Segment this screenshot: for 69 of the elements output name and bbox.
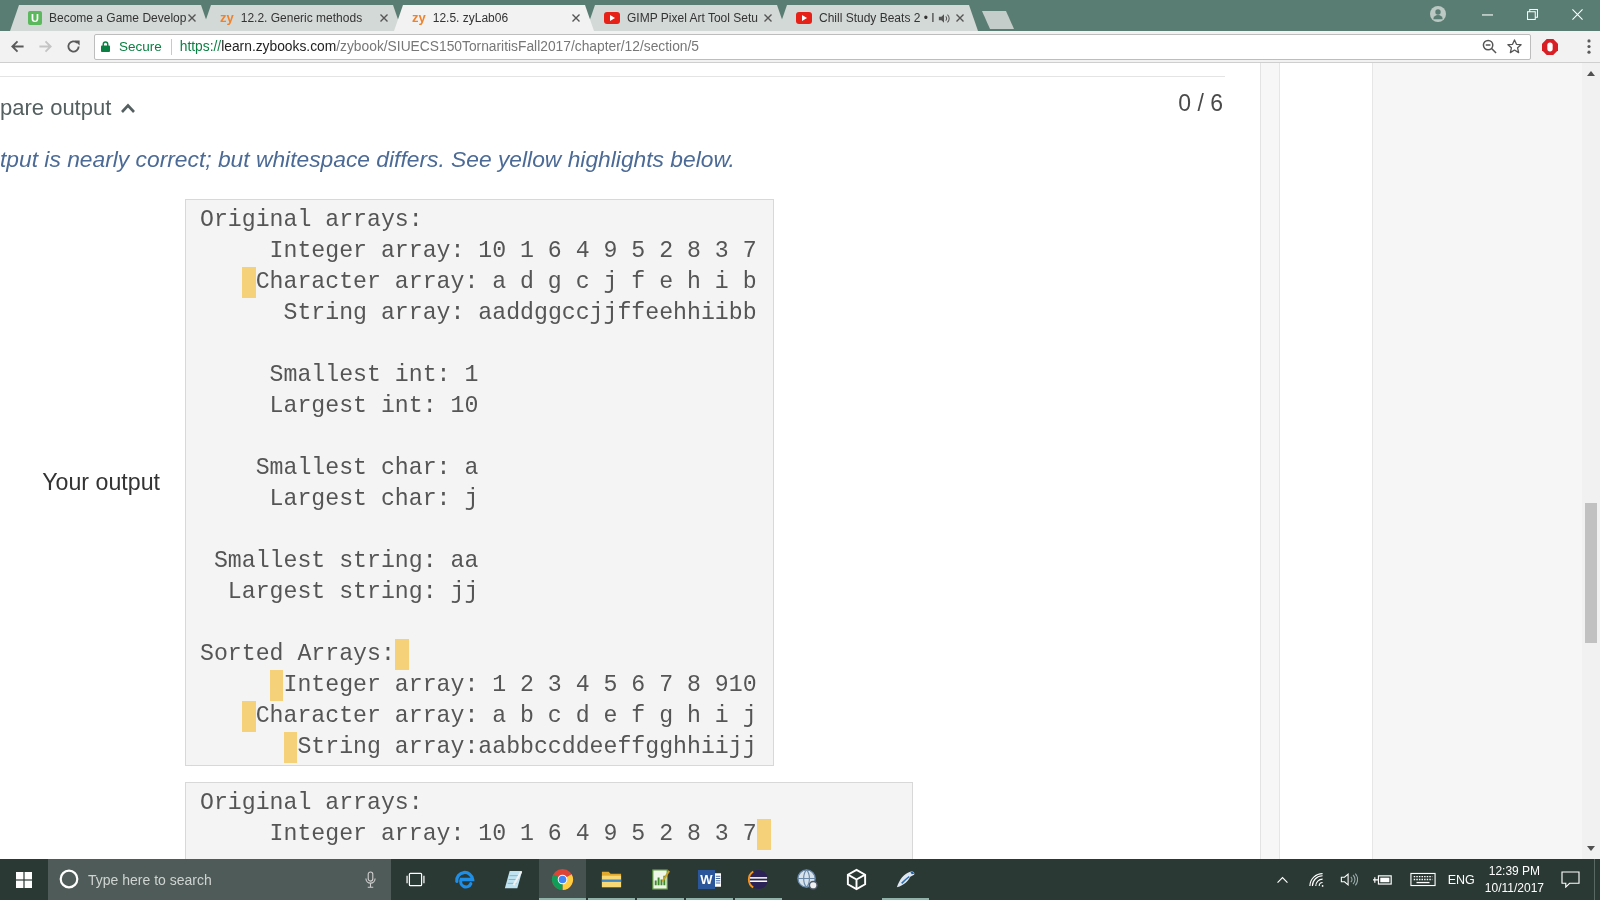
zoom-out-icon[interactable] bbox=[1482, 39, 1497, 54]
output-text: Integer array: 10 1 6 4 9 5 2 8 3 7 bbox=[269, 238, 757, 264]
chevron-up-icon[interactable] bbox=[1275, 875, 1289, 884]
profile-icon[interactable] bbox=[1430, 6, 1446, 22]
chart-document-icon bbox=[649, 868, 672, 891]
output-text: Character array: a d g c j f e h i b bbox=[255, 269, 757, 295]
site-logo: U bbox=[28, 11, 42, 25]
section-toggle[interactable]: pare output bbox=[0, 95, 137, 121]
output-text: Largest int: 10 bbox=[269, 393, 479, 419]
cube-icon bbox=[845, 868, 868, 891]
reload-icon bbox=[65, 39, 81, 54]
output-text: Character array: a b c d e f g h i j bbox=[255, 703, 757, 729]
url-text: https://learn.zybooks.com/zybook/SIUECS150TornaritisFall2017/chapter/12/section/5 bbox=[179, 39, 699, 54]
output-text: Integer array: 10 1 6 4 9 5 2 8 3 7 bbox=[269, 821, 757, 847]
taskbar-clock[interactable]: 12:39 PM 10/11/2017 bbox=[1484, 862, 1544, 897]
output-text: Smallest char: a bbox=[255, 455, 479, 481]
striped-circle-icon bbox=[747, 868, 770, 891]
close-icon[interactable] bbox=[572, 14, 580, 22]
globe-icon bbox=[796, 868, 819, 891]
output-text: Original arrays: bbox=[200, 790, 423, 816]
search-field[interactable]: Type here to search bbox=[48, 859, 391, 900]
task-view-icon bbox=[406, 872, 425, 887]
output-text: Integer array: 1 2 3 4 5 6 7 8 910 bbox=[283, 672, 757, 698]
close-icon[interactable] bbox=[380, 14, 388, 22]
taskbar-app-button[interactable]: W bbox=[686, 859, 733, 900]
star-icon[interactable] bbox=[1507, 39, 1522, 54]
site-logo: zy bbox=[220, 11, 234, 25]
microphone-icon[interactable] bbox=[365, 871, 376, 888]
browser-icon bbox=[551, 868, 574, 891]
output-text: String array:aabbccddeeffgghhiijj bbox=[297, 734, 757, 760]
play-logo-icon bbox=[796, 12, 812, 24]
output-text: Original arrays: bbox=[200, 207, 423, 233]
speaker-icon[interactable] bbox=[1339, 872, 1358, 887]
close-icon[interactable] bbox=[956, 14, 964, 22]
play-logo-icon bbox=[604, 12, 620, 24]
close-icon bbox=[1572, 8, 1583, 20]
close-icon[interactable] bbox=[764, 14, 772, 22]
lock-icon bbox=[101, 41, 110, 52]
address-bar[interactable]: Secure https://learn.zybooks.com/zybook/SIUECS150TornaritisFall2017/chapter/12/section/5 bbox=[94, 33, 1531, 60]
output-text: String array: aaddggccjjffeehhiibb bbox=[283, 300, 757, 326]
browser-tab[interactable]: zy 12.5. zyLab06 bbox=[394, 5, 594, 31]
output-label: Your output bbox=[42, 469, 160, 495]
score-text: 0 / 6 bbox=[1178, 90, 1224, 118]
security-label: Secure bbox=[119, 39, 162, 54]
octagon-icon[interactable] bbox=[1542, 38, 1558, 55]
ring-icon bbox=[59, 869, 79, 889]
battery-icon[interactable] bbox=[1372, 873, 1393, 886]
menu-icon[interactable] bbox=[1587, 39, 1591, 54]
notepad-icon bbox=[502, 868, 525, 891]
close-icon[interactable] bbox=[188, 14, 196, 22]
restore-icon bbox=[1527, 8, 1538, 20]
output-text: Smallest int: 1 bbox=[269, 362, 479, 388]
language-indicator[interactable]: ENG bbox=[1447, 872, 1475, 887]
speaker-icon[interactable] bbox=[938, 12, 950, 24]
windows-logo-icon bbox=[16, 871, 32, 888]
output-text: Smallest string: aa bbox=[213, 548, 479, 574]
wifi-icon[interactable] bbox=[1308, 872, 1326, 887]
notification-icon[interactable] bbox=[1561, 871, 1580, 888]
output-text: Largest string: jj bbox=[227, 579, 479, 605]
output-text: Largest char: j bbox=[269, 486, 479, 512]
keyboard-icon[interactable] bbox=[1409, 872, 1436, 887]
site-logo: zy bbox=[412, 11, 426, 25]
new-tab-button[interactable] bbox=[982, 11, 1014, 29]
scrollbar[interactable] bbox=[1582, 63, 1600, 859]
document-lines-icon bbox=[715, 871, 721, 888]
feedback-message: tput is nearly correct; but whitespace differs. See yellow highlights below. bbox=[0, 146, 735, 172]
e-logo-icon bbox=[453, 868, 476, 891]
taskbar-app-button[interactable] bbox=[539, 859, 586, 900]
output-text: Sorted Arrays: bbox=[200, 641, 395, 667]
